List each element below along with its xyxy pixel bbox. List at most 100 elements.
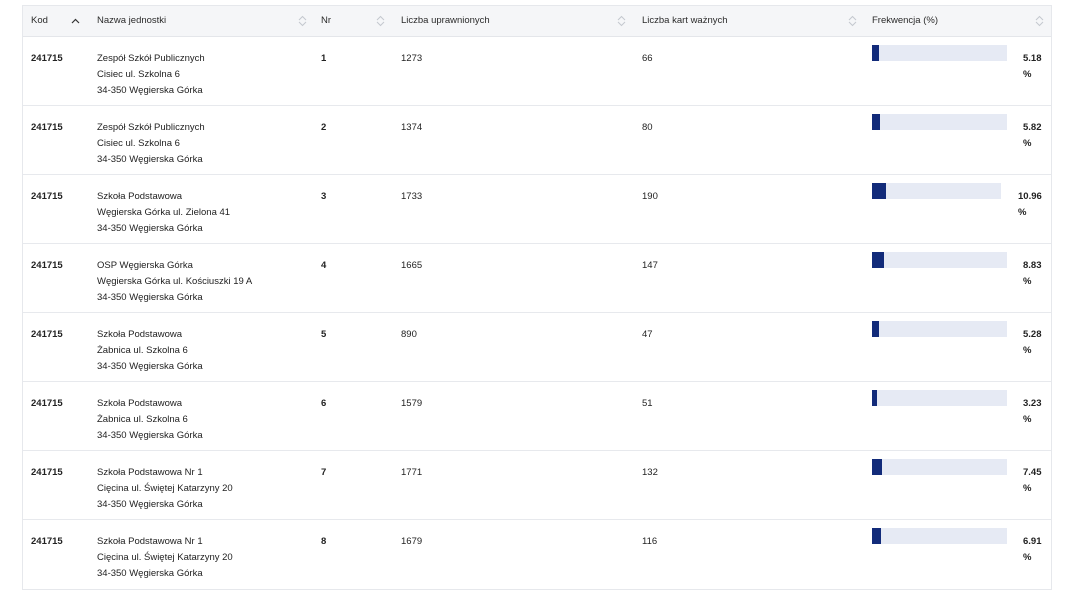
frekwencja-bar-fill — [872, 459, 882, 475]
address-line: Cięcina ul. Świętej Katarzyny 20 — [97, 552, 233, 563]
cell-kod: 241715 — [31, 191, 63, 202]
table-row: 241715 Szkoła Podstawowa Żabnica ul. Szk… — [23, 382, 1051, 451]
postal-line: 34-350 Węgierska Górka — [97, 568, 203, 579]
sort-icon[interactable] — [297, 6, 307, 36]
frekwencja-value: 5.82 — [1023, 122, 1042, 133]
frekwencja-bar — [872, 321, 1007, 337]
name-line: Zespół Szkół Publicznych — [97, 53, 205, 64]
name-line: Szkoła Podstawowa — [97, 191, 183, 202]
cell-kod: 241715 — [31, 329, 63, 340]
cell-nazwa: Szkoła Podstawowa Nr 1 Cięcina ul. Święt… — [97, 465, 233, 513]
cell-nr: 3 — [321, 191, 327, 202]
cell-karty: 132 — [642, 467, 658, 478]
sort-icon[interactable] — [847, 6, 857, 36]
cell-nazwa: Zespół Szkół Publicznych Cisiec ul. Szko… — [97, 51, 205, 99]
cell-karty: 66 — [642, 53, 653, 64]
name-line: Szkoła Podstawowa — [97, 329, 183, 340]
sort-asc-icon[interactable] — [70, 6, 80, 36]
address-line: Cisiec ul. Szkolna 6 — [97, 69, 180, 80]
address-line: Węgierska Górka ul. Kościuszki 19 A — [97, 276, 253, 287]
cell-karty: 147 — [642, 260, 658, 271]
cell-uprawnionych: 1273 — [401, 53, 423, 64]
cell-frekwencja: 3.23 % — [1023, 396, 1042, 428]
table-row: 241715 Szkoła Podstawowa Nr 1 Cięcina ul… — [23, 451, 1051, 520]
table-row: 241715 OSP Węgierska Górka Węgierska Gór… — [23, 244, 1051, 313]
frekwencja-bar — [872, 528, 1007, 544]
cell-nr: 2 — [321, 122, 327, 133]
cell-frekwencja: 8.83 % — [1023, 258, 1042, 290]
name-line: Zespół Szkół Publicznych — [97, 122, 205, 133]
cell-nazwa: Szkoła Podstawowa Żabnica ul. Szkolna 6 … — [97, 396, 203, 444]
header-karty[interactable]: Liczba kart ważnych — [642, 6, 728, 36]
frekwencja-value: 5.18 — [1023, 53, 1042, 64]
cell-frekwencja: 5.28 % — [1023, 327, 1042, 359]
cell-nr: 1 — [321, 53, 327, 64]
frekwencja-bar — [872, 390, 1007, 406]
frekwencja-bar-fill — [872, 390, 877, 406]
frekwencja-value: 8.83 — [1023, 260, 1042, 271]
frekwencja-value: 3.23 — [1023, 398, 1042, 409]
postal-line: 34-350 Węgierska Górka — [97, 499, 203, 510]
cell-uprawnionych: 1579 — [401, 398, 423, 409]
cell-kod: 241715 — [31, 122, 63, 133]
address-line: Żabnica ul. Szkolna 6 — [97, 414, 188, 425]
frekwencja-bar — [872, 114, 1007, 130]
header-nr[interactable]: Nr — [321, 6, 331, 36]
percent-unit: % — [1023, 483, 1032, 494]
percent-unit: % — [1018, 207, 1027, 218]
name-line: Szkoła Podstawowa Nr 1 — [97, 467, 203, 478]
address-line: Cisiec ul. Szkolna 6 — [97, 138, 180, 149]
header-nazwa[interactable]: Nazwa jednostki — [97, 6, 166, 36]
frekwencja-bar-fill — [872, 321, 879, 337]
postal-line: 34-350 Węgierska Górka — [97, 85, 203, 96]
frekwencja-bar-fill — [872, 114, 880, 130]
postal-line: 34-350 Węgierska Górka — [97, 154, 203, 165]
cell-nazwa: Szkoła Podstawowa Nr 1 Cięcina ul. Święt… — [97, 534, 233, 582]
header-kod[interactable]: Kod — [31, 6, 48, 36]
frekwencja-value: 6.91 — [1023, 536, 1042, 547]
sort-icon[interactable] — [616, 6, 626, 36]
postal-line: 34-350 Węgierska Górka — [97, 223, 203, 234]
frekwencja-bar-fill — [872, 528, 881, 544]
cell-uprawnionych: 1771 — [401, 467, 423, 478]
cell-kod: 241715 — [31, 398, 63, 409]
frekwencja-bar — [872, 45, 1007, 61]
header-uprawnionych[interactable]: Liczba uprawnionych — [401, 6, 490, 36]
table-row: 241715 Szkoła Podstawowa Węgierska Górka… — [23, 175, 1051, 244]
cell-nazwa: OSP Węgierska Górka Węgierska Górka ul. … — [97, 258, 252, 306]
sort-icon[interactable] — [375, 6, 385, 36]
header-frekwencja[interactable]: Frekwencja (%) — [872, 6, 938, 36]
postal-line: 34-350 Węgierska Górka — [97, 292, 203, 303]
percent-unit: % — [1023, 276, 1032, 287]
postal-line: 34-350 Węgierska Górka — [97, 361, 203, 372]
cell-nazwa: Szkoła Podstawowa Węgierska Górka ul. Zi… — [97, 189, 230, 237]
name-line: OSP Węgierska Górka — [97, 260, 193, 271]
frekwencja-bar-fill — [872, 183, 886, 199]
sort-icon[interactable] — [1034, 6, 1044, 36]
percent-unit: % — [1023, 69, 1032, 80]
results-table: Kod Nazwa jednostki Nr Liczba uprawniony… — [22, 5, 1052, 590]
frekwencja-bar — [872, 183, 1001, 199]
cell-uprawnionych: 1679 — [401, 536, 423, 547]
cell-karty: 190 — [642, 191, 658, 202]
frekwencja-value: 10.96 — [1018, 191, 1042, 202]
cell-nr: 4 — [321, 260, 327, 271]
cell-uprawnionych: 1733 — [401, 191, 423, 202]
cell-kod: 241715 — [31, 467, 63, 478]
percent-unit: % — [1023, 414, 1032, 425]
cell-kod: 241715 — [31, 53, 63, 64]
cell-nr: 8 — [321, 536, 327, 547]
table-body: 241715 Zespół Szkół Publicznych Cisiec u… — [23, 37, 1051, 589]
cell-frekwencja: 6.91 % — [1023, 534, 1042, 566]
cell-kod: 241715 — [31, 260, 63, 271]
cell-nr: 7 — [321, 467, 327, 478]
cell-nazwa: Zespół Szkół Publicznych Cisiec ul. Szko… — [97, 120, 205, 168]
cell-frekwencja: 5.18 % — [1023, 51, 1042, 83]
postal-line: 34-350 Węgierska Górka — [97, 430, 203, 441]
table-row: 241715 Zespół Szkół Publicznych Cisiec u… — [23, 37, 1051, 106]
name-line: Szkoła Podstawowa — [97, 398, 183, 409]
cell-karty: 116 — [642, 536, 658, 547]
table-row: 241715 Zespół Szkół Publicznych Cisiec u… — [23, 106, 1051, 175]
frekwencja-value: 7.45 — [1023, 467, 1042, 478]
name-line: Szkoła Podstawowa Nr 1 — [97, 536, 203, 547]
